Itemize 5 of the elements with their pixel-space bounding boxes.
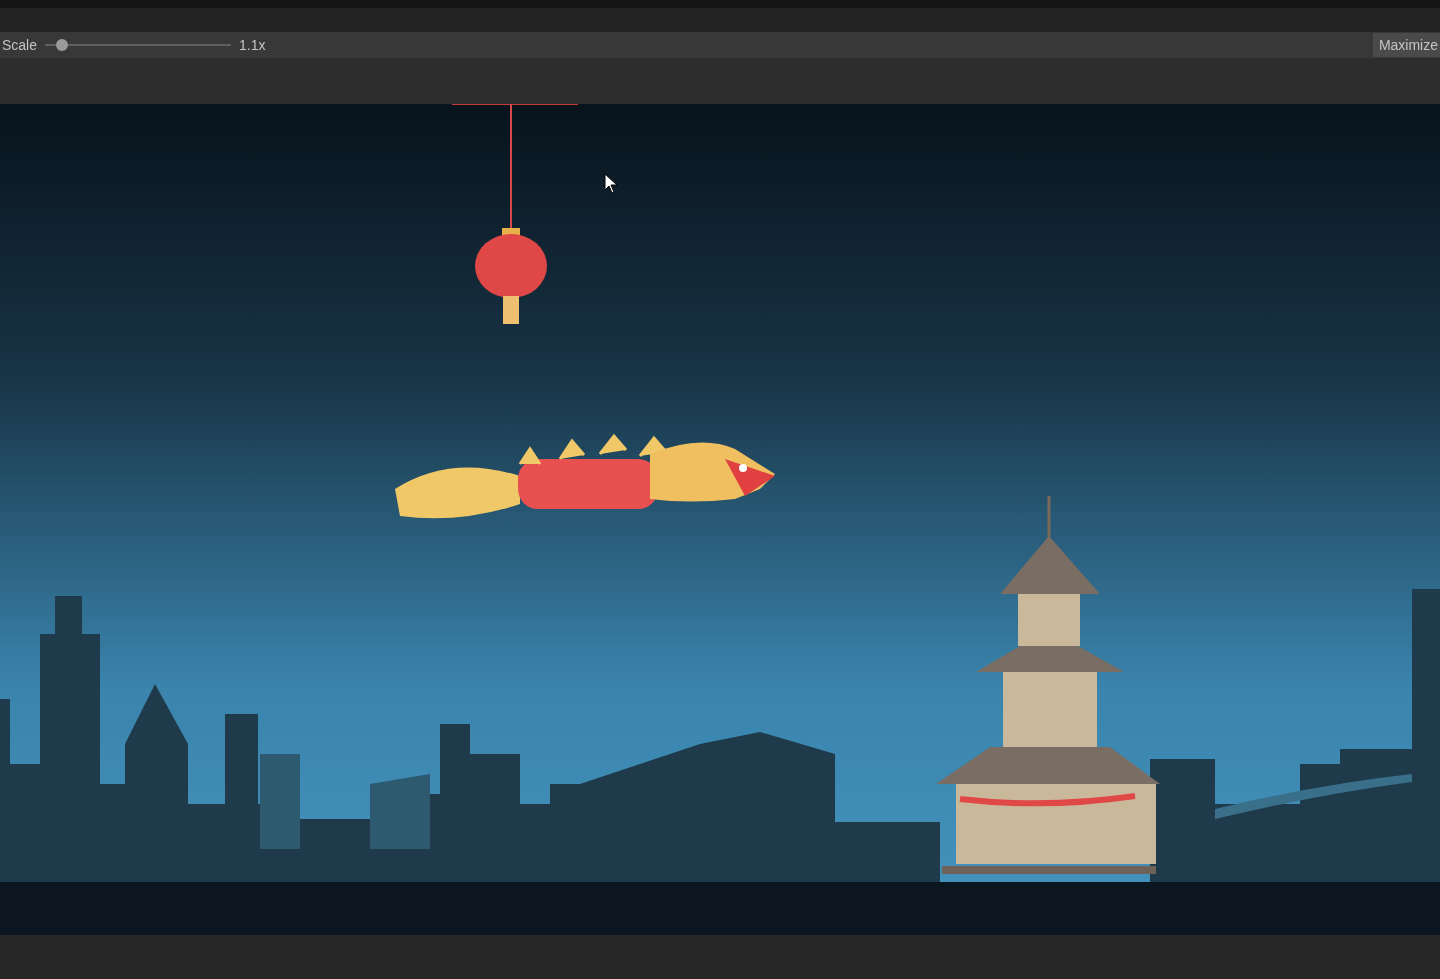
cursor-icon [604,173,618,194]
slider-thumb[interactable] [55,39,68,51]
scale-value: 1.1x [239,37,266,53]
maximize-button[interactable]: Maximize [1372,33,1440,57]
scale-label: Scale [2,37,38,53]
